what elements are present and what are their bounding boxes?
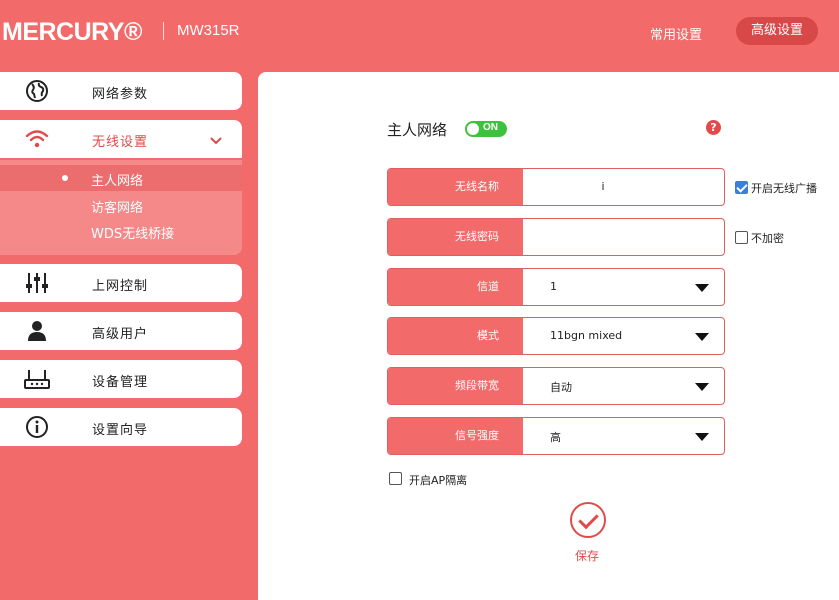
no-encrypt-checkbox[interactable] (735, 231, 748, 244)
sidebar-item-device-management[interactable]: 设备管理 (0, 360, 242, 398)
sidebar-item-label: 无线设置 (92, 135, 149, 150)
sidebar-item-wireless[interactable]: 无线设置 (0, 120, 242, 158)
sliders-icon (24, 271, 50, 295)
chevron-down-icon[interactable] (210, 132, 222, 145)
nav-advanced-settings[interactable]: 高级设置 (736, 17, 818, 45)
router-icon (24, 367, 50, 391)
selected-dot-icon (62, 175, 68, 181)
mode-value: 11bgn mixed (550, 329, 623, 342)
sidebar-item-label: 高级用户 (92, 327, 149, 342)
field-label: 无线名称 (388, 169, 523, 205)
sidebar-item-network[interactable]: 网络参数 (0, 72, 242, 110)
submenu-item-label: 访客网络 (91, 201, 144, 216)
channel-select[interactable]: 信道 1 (387, 268, 725, 306)
bandwidth-select[interactable]: 频段带宽 自动 (387, 367, 725, 405)
ap-isolation-checkbox[interactable] (389, 472, 402, 485)
submenu-item-host-network[interactable]: 主人网络 (0, 165, 242, 191)
toggle-state-label: ON (483, 122, 498, 133)
submenu-item-guest-network[interactable]: 访客网络 (0, 192, 242, 218)
sidebar-item-label: 上网控制 (92, 279, 149, 294)
signal-strength-value: 高 (550, 431, 561, 444)
channel-value: 1 (550, 280, 557, 293)
submenu-item-wds-bridge[interactable]: WDS无线桥接 (0, 218, 242, 244)
broadcast-checkbox[interactable] (735, 181, 748, 194)
field-label: 信道 (388, 269, 523, 305)
sidebar-item-advanced-user[interactable]: 高级用户 (0, 312, 242, 350)
save-button[interactable] (570, 502, 606, 538)
dropdown-arrow-icon[interactable] (695, 284, 709, 292)
save-label[interactable]: 保存 (575, 547, 599, 564)
page-title: 主人网络 (387, 121, 448, 139)
field-label: 频段带宽 (388, 368, 523, 404)
submenu-item-label: 主人网络 (91, 174, 144, 189)
no-encrypt-label: 不加密 (751, 232, 784, 245)
dropdown-arrow-icon[interactable] (695, 383, 709, 391)
password-field[interactable]: 无线密码 (387, 218, 725, 256)
toggle-knob (467, 123, 479, 135)
model-name: MW315R (177, 22, 240, 39)
brand-logo: MERCURY® (2, 18, 142, 46)
dropdown-arrow-icon[interactable] (695, 433, 709, 441)
broadcast-label: 开启无线广播 (751, 182, 817, 195)
mode-select[interactable]: 模式 11bgn mixed (387, 317, 725, 355)
sidebar-item-label: 设置向导 (92, 423, 149, 438)
host-network-toggle[interactable]: ON (465, 121, 507, 137)
nav-common-settings[interactable]: 常用设置 (650, 24, 702, 43)
field-label: 信号强度 (388, 418, 523, 454)
logo-divider (163, 22, 164, 40)
ssid-input[interactable]: i (524, 180, 682, 193)
sidebar-item-label: 网络参数 (92, 87, 149, 102)
sidebar-item-label: 设备管理 (92, 375, 149, 390)
field-label: 无线密码 (388, 219, 523, 255)
ap-isolation-label: 开启AP隔离 (409, 474, 468, 487)
wireless-submenu: 主人网络 访客网络 WDS无线桥接 (0, 160, 242, 255)
field-label: 模式 (388, 318, 523, 354)
info-icon (24, 415, 50, 439)
sidebar-item-setup-wizard[interactable]: 设置向导 (0, 408, 242, 446)
user-icon (24, 319, 50, 343)
submenu-item-label: WDS无线桥接 (91, 227, 175, 242)
help-icon[interactable]: ? (706, 120, 721, 135)
globe-icon (24, 79, 50, 103)
dropdown-arrow-icon[interactable] (695, 333, 709, 341)
signal-strength-select[interactable]: 信号强度 高 (387, 417, 725, 455)
top-bar: MERCURY® MW315R 常用设置 高级设置 (0, 0, 839, 70)
bandwidth-value: 自动 (550, 381, 572, 394)
ssid-field[interactable]: 无线名称 i (387, 168, 725, 206)
sidebar-item-access-control[interactable]: 上网控制 (0, 264, 242, 302)
wifi-icon (24, 127, 50, 151)
